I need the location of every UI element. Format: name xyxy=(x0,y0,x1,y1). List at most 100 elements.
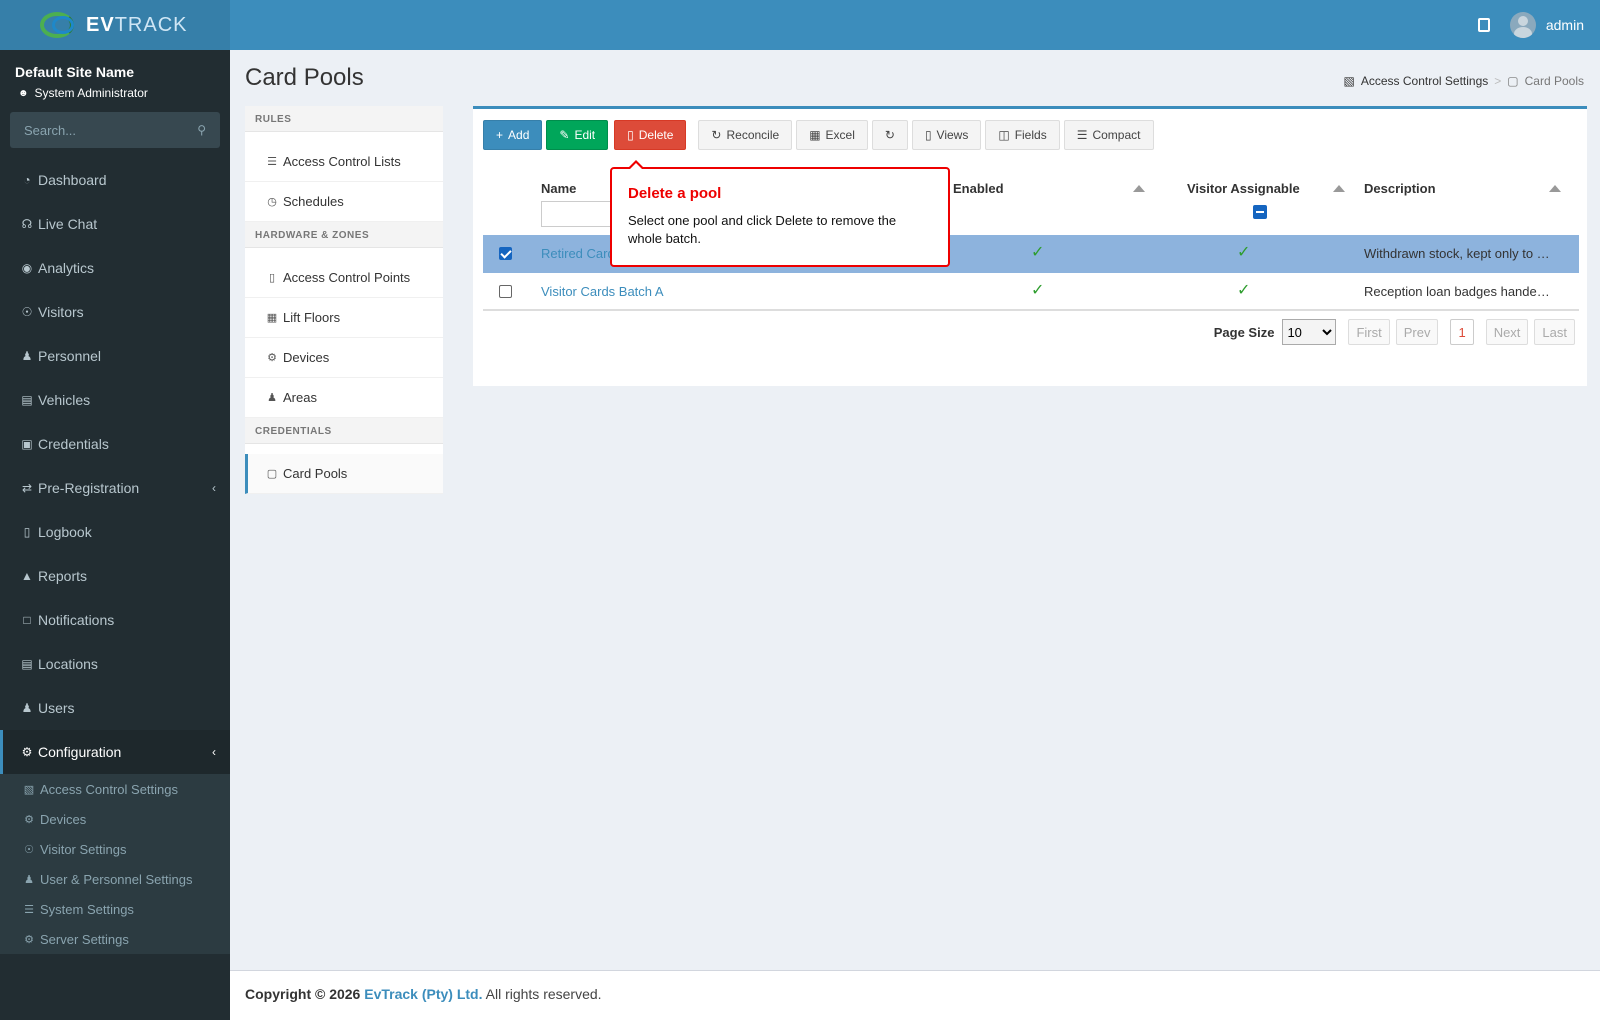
building-icon[interactable] xyxy=(1477,18,1490,32)
menu-item-areas[interactable]: ♟ Areas xyxy=(245,378,443,418)
excel-button[interactable]: ▦ Excel xyxy=(796,120,868,150)
sidebar-item-dashboard[interactable]: ◔ Dashboard xyxy=(0,158,230,202)
edit-button[interactable]: ✎ Edit xyxy=(546,120,609,150)
page-size-label: Page Size xyxy=(1213,324,1275,340)
group-icon: ♟ xyxy=(267,392,277,404)
pager-current-page[interactable]: 1 xyxy=(1450,319,1474,345)
reconcile-button[interactable]: ↻ Reconcile xyxy=(698,120,793,150)
card-icon: ▢ xyxy=(266,468,278,480)
menu-item-access-control-points[interactable]: ▯ Access Control Points xyxy=(245,258,443,298)
search-input[interactable] xyxy=(24,122,174,138)
delete-tooltip: Delete a pool Select one pool and click … xyxy=(610,160,950,267)
pager-last-button[interactable]: Last xyxy=(1534,319,1575,345)
eye-icon: ☉ xyxy=(24,843,34,856)
elevator-icon: ▦ xyxy=(266,312,278,324)
add-button[interactable]: + Add xyxy=(483,120,543,150)
sort-asc-icon[interactable] xyxy=(1133,185,1145,192)
check-icon: ✓ xyxy=(1031,244,1045,261)
table-icon: ▦ xyxy=(809,128,821,142)
bookmark-icon: ▯ xyxy=(924,128,932,142)
menu-item-access-control-lists[interactable]: ☰ Access Control Lists xyxy=(245,142,443,182)
top-navbar: EVTRACK admin xyxy=(0,0,1600,50)
sidebar-item-vehicles[interactable]: ▤ Vehicles xyxy=(0,378,230,422)
sliders-icon: ☰ xyxy=(24,903,34,916)
table-row[interactable]: Visitor Cards Batch A ✓ ✓ Reception loan… xyxy=(483,273,1579,311)
users-icon: ♟ xyxy=(21,701,33,715)
row-name-link[interactable]: Visitor Cards Batch A xyxy=(541,284,664,299)
company-link[interactable]: EvTrack (Pty) Ltd. xyxy=(364,986,482,1002)
column-enabled[interactable]: Enabled xyxy=(953,181,1004,196)
menu-item-card-pools[interactable]: ▢ Card Pools xyxy=(245,454,443,494)
gear-icon: ⚙ xyxy=(267,352,277,364)
column-name[interactable]: Name xyxy=(541,181,576,196)
user-role: ☻ System Administrator xyxy=(18,86,148,100)
headset-icon: ☊ xyxy=(21,217,33,231)
pager-prev-button[interactable]: Prev xyxy=(1395,319,1439,345)
column-visitor-assignable[interactable]: Visitor Assignable xyxy=(1187,181,1300,196)
subnav-system-settings[interactable]: ☰ System Settings xyxy=(0,894,230,924)
user-tie-icon: ♟ xyxy=(21,349,33,363)
row-description: Reception loan badges hande… xyxy=(1364,284,1550,299)
site-name: Default Site Name xyxy=(15,64,135,80)
breadcrumb-card-pools: Card Pools xyxy=(1524,74,1584,88)
server-icon: ⚙ xyxy=(24,933,34,946)
sort-asc-icon[interactable] xyxy=(1549,185,1561,192)
delete-button[interactable]: ▯ Delete xyxy=(614,120,687,150)
menu-item-lift-floors[interactable]: ▦ Lift Floors xyxy=(245,298,443,338)
pencil-icon: ✎ xyxy=(559,128,570,142)
card-icon: ▢ xyxy=(1507,74,1519,88)
visitor-assignable-filter-checkbox[interactable] xyxy=(1253,205,1267,219)
sort-asc-icon[interactable] xyxy=(1333,185,1345,192)
views-button[interactable]: ▯ Views xyxy=(911,120,982,150)
refresh-button[interactable]: ↻ xyxy=(871,120,908,150)
logo[interactable]: EVTRACK xyxy=(0,0,230,50)
subnav-access-control-settings[interactable]: ▧ Access Control Settings xyxy=(0,774,230,804)
sidebar-item-configuration[interactable]: ⚙ Configuration ‹ xyxy=(0,730,230,774)
door-icon: ▯ xyxy=(268,272,276,284)
subnav-devices[interactable]: ⚙ Devices xyxy=(0,804,230,834)
menu-item-schedules[interactable]: ◷ Schedules xyxy=(245,182,443,222)
check-icon: ✓ xyxy=(1031,282,1045,299)
gear-icon: ⚙ xyxy=(24,813,34,826)
breadcrumb: ▧ Access Control Settings > ▢ Card Pools xyxy=(1343,74,1584,88)
lock-icon: ▧ xyxy=(23,783,35,796)
car-icon: ▤ xyxy=(21,393,33,407)
menu-item-devices[interactable]: ⚙ Devices xyxy=(245,338,443,378)
page-title: Card Pools xyxy=(245,64,364,91)
column-description[interactable]: Description xyxy=(1364,181,1436,196)
sidebar-item-personnel[interactable]: ♟ Personnel xyxy=(0,334,230,378)
compact-button[interactable]: ☰ Compact xyxy=(1063,120,1154,150)
sidebar-item-credentials[interactable]: ▣ Credentials xyxy=(0,422,230,466)
sidebar-item-analytics[interactable]: ◉ Analytics xyxy=(0,246,230,290)
pager-next-button[interactable]: Next xyxy=(1485,319,1529,345)
exchange-icon: ⇄ xyxy=(21,481,33,495)
user-gear-icon: ♟ xyxy=(24,873,34,886)
search-icon[interactable]: ⚲ xyxy=(197,123,206,137)
user-menu[interactable]: admin xyxy=(1509,12,1584,38)
sidebar-item-visitors[interactable]: ☉ Visitors xyxy=(0,290,230,334)
sidebar-item-locations[interactable]: ▤ Locations xyxy=(0,642,230,686)
row-checkbox[interactable] xyxy=(499,247,512,260)
row-checkbox[interactable] xyxy=(499,285,512,298)
sidebar-item-users[interactable]: ♟ Users xyxy=(0,686,230,730)
grid-toolbar: + Add ✎ Edit ▯ Delete ↻ Reconcile ▦ Excel ↻ ▯… xyxy=(483,120,1154,150)
sidebar-item-notifications[interactable]: □ Notifications xyxy=(0,598,230,642)
pager-first-button[interactable]: First xyxy=(1348,319,1390,345)
sidebar-item-logbook[interactable]: ▯ Logbook xyxy=(0,510,230,554)
user-name: admin xyxy=(1545,17,1584,33)
breadcrumb-access-control-settings[interactable]: Access Control Settings xyxy=(1361,74,1488,88)
page-size-select[interactable]: 10 xyxy=(1282,319,1337,345)
sidebar-item-reports[interactable]: ▲ Reports xyxy=(0,554,230,598)
pager: Page Size 10 First Prev 1 Next Last xyxy=(1214,319,1575,345)
fields-button[interactable]: ◫ Fields xyxy=(985,120,1060,150)
id-card-icon: ▣ xyxy=(21,437,33,451)
subnav-server-settings[interactable]: ⚙ Server Settings xyxy=(0,924,230,954)
sidebar-item-pre-registration[interactable]: ⇄ Pre-Registration ‹ xyxy=(0,466,230,510)
tooltip-body: Select one pool and click Delete to remo… xyxy=(628,213,897,246)
subnav-user-personnel-settings[interactable]: ♟ User & Personnel Settings xyxy=(0,864,230,894)
chevron-left-icon: ‹ xyxy=(212,745,216,759)
subnav-visitor-settings[interactable]: ☉ Visitor Settings xyxy=(0,834,230,864)
sidebar-item-live-chat[interactable]: ☊ Live Chat xyxy=(0,202,230,246)
chat-icon: □ xyxy=(23,613,31,627)
lock-icon: ▧ xyxy=(1343,74,1355,88)
